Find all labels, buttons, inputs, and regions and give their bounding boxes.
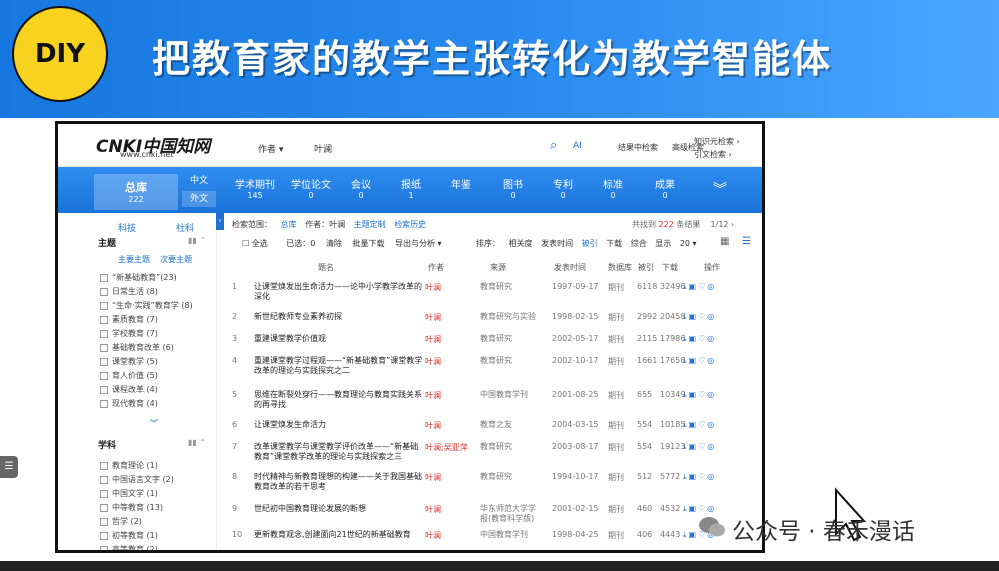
list-item[interactable]: 哲学 (2) bbox=[100, 516, 142, 527]
list-item[interactable]: 中国文学 (1) bbox=[100, 488, 158, 499]
filter-sidebar: 科技 社科 主题 ▮▮ ⌃ 主要主题 次要主题 “新基础教育”(23) 日常生活… bbox=[58, 214, 217, 550]
cnki-url: www.cnki.net bbox=[120, 150, 174, 159]
row-actions-icon: ⤓▣♡◎ bbox=[683, 312, 717, 321]
tab-achievements[interactable]: 成果 0 bbox=[638, 176, 692, 200]
row-actions-icon: ⤓▣♡◎ bbox=[683, 356, 717, 365]
cnki-screenshot-frame: CNKI中国知网 www.cnki.net 作者 ▾ 叶澜 ⌕ AI 结果中检索… bbox=[55, 121, 765, 553]
list-item[interactable]: 育人价值 (5) bbox=[100, 370, 158, 381]
search-history-link[interactable]: 检索历史 bbox=[394, 220, 426, 229]
tab-yearbook[interactable]: 年鉴 bbox=[434, 176, 488, 191]
list-item[interactable]: 中等教育 (13) bbox=[100, 502, 163, 513]
tab-social-science[interactable]: 社科 bbox=[176, 221, 194, 234]
collapse-sidebar-button[interactable]: ‹ bbox=[216, 212, 224, 230]
page-size-select[interactable]: 20 ▾ bbox=[680, 239, 697, 248]
chart-toggle-icon[interactable]: ▮▮ ⌃ bbox=[188, 236, 206, 245]
select-all-checkbox[interactable]: ☐ 全选 bbox=[242, 239, 276, 248]
list-item[interactable]: 高等教育 (2) bbox=[100, 544, 158, 550]
page-indicator: 1/12 bbox=[710, 220, 729, 229]
topic-sub-tabs[interactable]: 主要主题 次要主题 bbox=[118, 254, 192, 265]
row-actions-icon: ⤓▣♡◎ bbox=[683, 334, 717, 343]
cnki-header: CNKI中国知网 www.cnki.net 作者 ▾ 叶澜 ⌕ AI 结果中检索… bbox=[58, 124, 762, 167]
row-actions-icon: ⤓▣♡◎ bbox=[683, 442, 717, 451]
chart-toggle-icon[interactable]: ▮▮ ⌃ bbox=[188, 438, 206, 447]
topic-custom-link[interactable]: 主题定制 bbox=[354, 220, 386, 229]
row-actions-icon: ⤓▣♡◎ bbox=[683, 472, 717, 481]
tab-patents[interactable]: 专利 0 bbox=[536, 176, 590, 200]
row-actions-icon: ⤓▣♡◎ bbox=[683, 390, 717, 399]
list-item[interactable]: 日常生活 (8) bbox=[100, 286, 158, 297]
batch-download-button[interactable]: 批量下载 bbox=[352, 239, 384, 248]
search-input[interactable]: 叶澜 bbox=[314, 142, 332, 155]
list-item[interactable]: 素质教育 (7) bbox=[100, 314, 158, 325]
chevron-down-icon[interactable]: ︾ bbox=[713, 179, 727, 199]
watermark: 公众号 · 春禾漫话 bbox=[732, 519, 915, 545]
results-panel: 检索范围： 总库 作者：叶澜 主题定制 检索历史 共找到 222 条结果 1/1… bbox=[228, 214, 762, 550]
row-actions-icon: ⤓▣♡◎ bbox=[683, 420, 717, 429]
list-item[interactable]: 中国语言文字 (2) bbox=[100, 474, 174, 485]
diy-badge: DIY bbox=[12, 6, 108, 102]
tab-books[interactable]: 图书 0 bbox=[486, 176, 540, 200]
expand-more-icon[interactable]: ︾ bbox=[150, 418, 158, 429]
selected-count: 已选：0 bbox=[286, 239, 316, 248]
title-banner: DIY 把教育家的教学主张转化为教学智能体 bbox=[0, 0, 999, 118]
bottom-bar bbox=[0, 561, 999, 571]
sort-bar: 排序： 相关度 发表时间 被引 下载 综合 显示 20 ▾ bbox=[476, 239, 697, 248]
subject-section-title: 学科 bbox=[98, 441, 117, 451]
sort-relevance[interactable]: 相关度 bbox=[509, 239, 533, 248]
breadcrumb: 检索范围： 总库 作者：叶澜 主题定制 检索历史 bbox=[232, 220, 427, 229]
tab-science[interactable]: 科技 bbox=[118, 221, 136, 234]
side-menu-icon[interactable]: ☰ bbox=[0, 456, 18, 478]
ai-button[interactable]: AI bbox=[573, 141, 582, 151]
result-count: 共找到 222 条结果 1/12 › bbox=[632, 220, 735, 229]
citation-search-link[interactable]: 引文检索 › bbox=[694, 149, 732, 160]
list-item[interactable]: “生命·实践”教育学 (8) bbox=[100, 300, 193, 311]
wechat-icon bbox=[699, 517, 725, 537]
result-search-link[interactable]: 结果中检索 bbox=[618, 142, 658, 153]
lang-foreign[interactable]: 外文 bbox=[182, 191, 216, 207]
list-item[interactable]: 初等教育 (1) bbox=[100, 530, 158, 541]
database-nav: 总库 222 中文 外文 学术期刊 145 学位论文 0 会议 0 报纸 1 年鉴 图书… bbox=[58, 167, 762, 213]
row-actions-icon: ⤓▣♡◎ bbox=[683, 504, 717, 513]
tab-zongku[interactable]: 总库 222 bbox=[94, 174, 178, 210]
sort-combined[interactable]: 综合 bbox=[631, 239, 647, 248]
tab-conference[interactable]: 会议 0 bbox=[334, 176, 388, 200]
export-analyze-button[interactable]: 导出与分析 ▾ bbox=[395, 239, 442, 248]
crumb-zongku[interactable]: 总库 bbox=[281, 220, 297, 229]
sort-download[interactable]: 下载 bbox=[606, 239, 622, 248]
results-toolbar: ☐ 全选 已选：0 清除 批量下载 导出与分析 ▾ bbox=[242, 238, 450, 249]
list-item[interactable]: 现代教育 (4) bbox=[100, 398, 158, 409]
tab-zongku-label: 总库 bbox=[125, 181, 147, 194]
tab-standards[interactable]: 标准 0 bbox=[586, 176, 640, 200]
search-field-select[interactable]: 作者 ▾ bbox=[258, 142, 283, 155]
list-item[interactable]: 学校教育 (7) bbox=[100, 328, 158, 339]
list-item[interactable]: 教育理论 (1) bbox=[100, 460, 158, 471]
sort-date[interactable]: 发表时间 bbox=[541, 239, 573, 248]
topic-section-title: 主题 bbox=[98, 239, 117, 249]
slide-title: 把教育家的教学主张转化为教学智能体 bbox=[152, 37, 833, 81]
clear-button[interactable]: 清除 bbox=[326, 239, 342, 248]
table-header: 题名 作者 来源 发表时间 数据库 被引 下载 操作 bbox=[318, 263, 720, 272]
row-actions-icon: ⤓▣♡◎ bbox=[683, 282, 717, 291]
list-item[interactable]: 课程改革 (4) bbox=[100, 384, 158, 395]
sort-citation[interactable]: 被引 bbox=[582, 239, 598, 248]
list-item[interactable]: 基础教育改革 (6) bbox=[100, 342, 174, 353]
lang-chinese[interactable]: 中文 bbox=[182, 173, 216, 189]
tab-journals[interactable]: 学术期刊 145 bbox=[228, 176, 282, 200]
knowledge-search-link[interactable]: 知识元检索 › bbox=[694, 136, 740, 147]
list-view-icon[interactable]: ☰ bbox=[742, 236, 751, 247]
list-item[interactable]: 课堂教学 (5) bbox=[100, 356, 158, 367]
grid-view-icon[interactable]: ▦ bbox=[720, 236, 729, 247]
search-icon[interactable]: ⌕ bbox=[550, 138, 562, 153]
tab-theses[interactable]: 学位论文 0 bbox=[284, 176, 338, 200]
tab-newspaper[interactable]: 报纸 1 bbox=[384, 176, 438, 200]
tab-zongku-count: 222 bbox=[128, 195, 144, 204]
list-item[interactable]: “新基础教育”(23) bbox=[100, 272, 177, 283]
